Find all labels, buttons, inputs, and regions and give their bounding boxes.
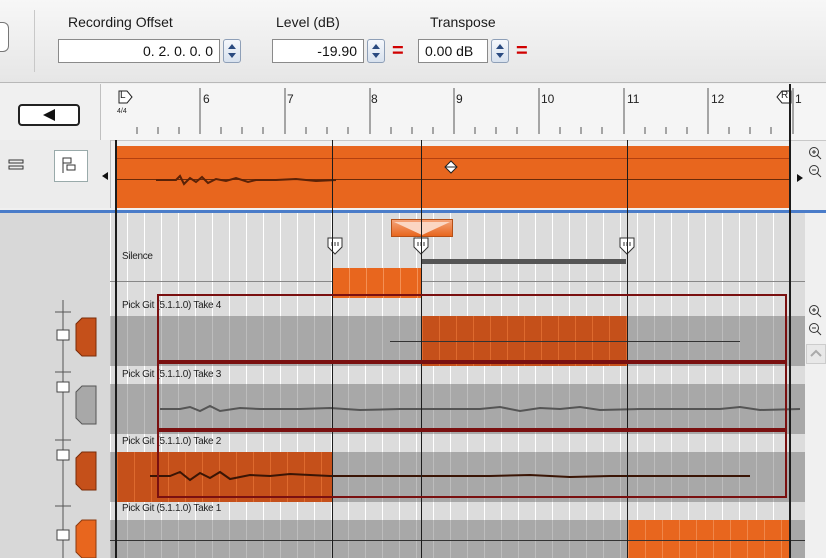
overview-header xyxy=(0,140,111,208)
chevron-up-icon xyxy=(810,349,822,357)
scroll-right-icon[interactable] xyxy=(795,172,805,184)
highlight-box xyxy=(157,294,787,362)
left-locator-line xyxy=(115,140,117,558)
equal-sign: = xyxy=(516,40,528,62)
clip-line xyxy=(116,158,790,159)
scroll-left-icon[interactable] xyxy=(100,170,110,182)
recording-offset-input[interactable]: 0. 2. 0. 0. 0 xyxy=(58,39,220,63)
crossfade-bar[interactable] xyxy=(422,259,626,264)
crossfade-handle[interactable] xyxy=(391,219,453,237)
transpose-input[interactable]: 0.00 dB xyxy=(418,39,488,63)
spin-icon[interactable] xyxy=(367,39,385,63)
spin-icon[interactable] xyxy=(223,39,241,63)
zoom-in-icon[interactable] xyxy=(808,146,824,162)
transpose-label: Transpose xyxy=(430,14,496,30)
tree-view-icon xyxy=(62,157,76,173)
scroll-up-button[interactable] xyxy=(806,344,826,364)
divider xyxy=(34,10,35,72)
highlight-box xyxy=(157,362,787,430)
spin-icon[interactable] xyxy=(491,39,509,63)
recording-offset-label: Recording Offset xyxy=(68,14,173,30)
position-marker-icon[interactable] xyxy=(444,160,458,174)
back-button[interactable] xyxy=(18,104,80,126)
ruler[interactable]: L 4/4 6 7 8 9 10 11 12 R 1 xyxy=(0,84,826,141)
overview-clip[interactable] xyxy=(116,146,790,208)
toolbar: Recording Offset 0. 2. 0. 0. 0 Level (dB… xyxy=(0,0,826,83)
zoom-in-icon[interactable] xyxy=(808,304,824,320)
highlight-box xyxy=(157,430,787,498)
panel-collapse-button[interactable] xyxy=(0,22,9,52)
take-1-label: Pick Git (5.1.1.0) Take 1 xyxy=(122,503,222,514)
lane-divider xyxy=(110,281,805,282)
marker-icon[interactable] xyxy=(326,236,344,256)
zoom-out-icon[interactable] xyxy=(808,322,824,338)
waveform xyxy=(156,174,336,186)
ruler-ticks xyxy=(136,88,794,134)
equal-sign: = xyxy=(392,40,404,62)
list-view-icon[interactable] xyxy=(8,158,24,172)
back-arrow-icon xyxy=(43,109,55,121)
silence-label: Silence xyxy=(122,251,153,262)
level-label: Level (dB) xyxy=(276,14,340,30)
zoom-out-icon[interactable] xyxy=(808,164,824,180)
silence-lane[interactable] xyxy=(110,213,805,298)
tree-view-button[interactable] xyxy=(54,150,88,182)
level-input[interactable]: -19.90 xyxy=(272,39,364,63)
right-locator-line xyxy=(789,84,791,558)
take-1-active-region[interactable] xyxy=(628,520,790,558)
waveform-baseline xyxy=(110,540,805,541)
fader-icon[interactable] xyxy=(50,300,110,558)
